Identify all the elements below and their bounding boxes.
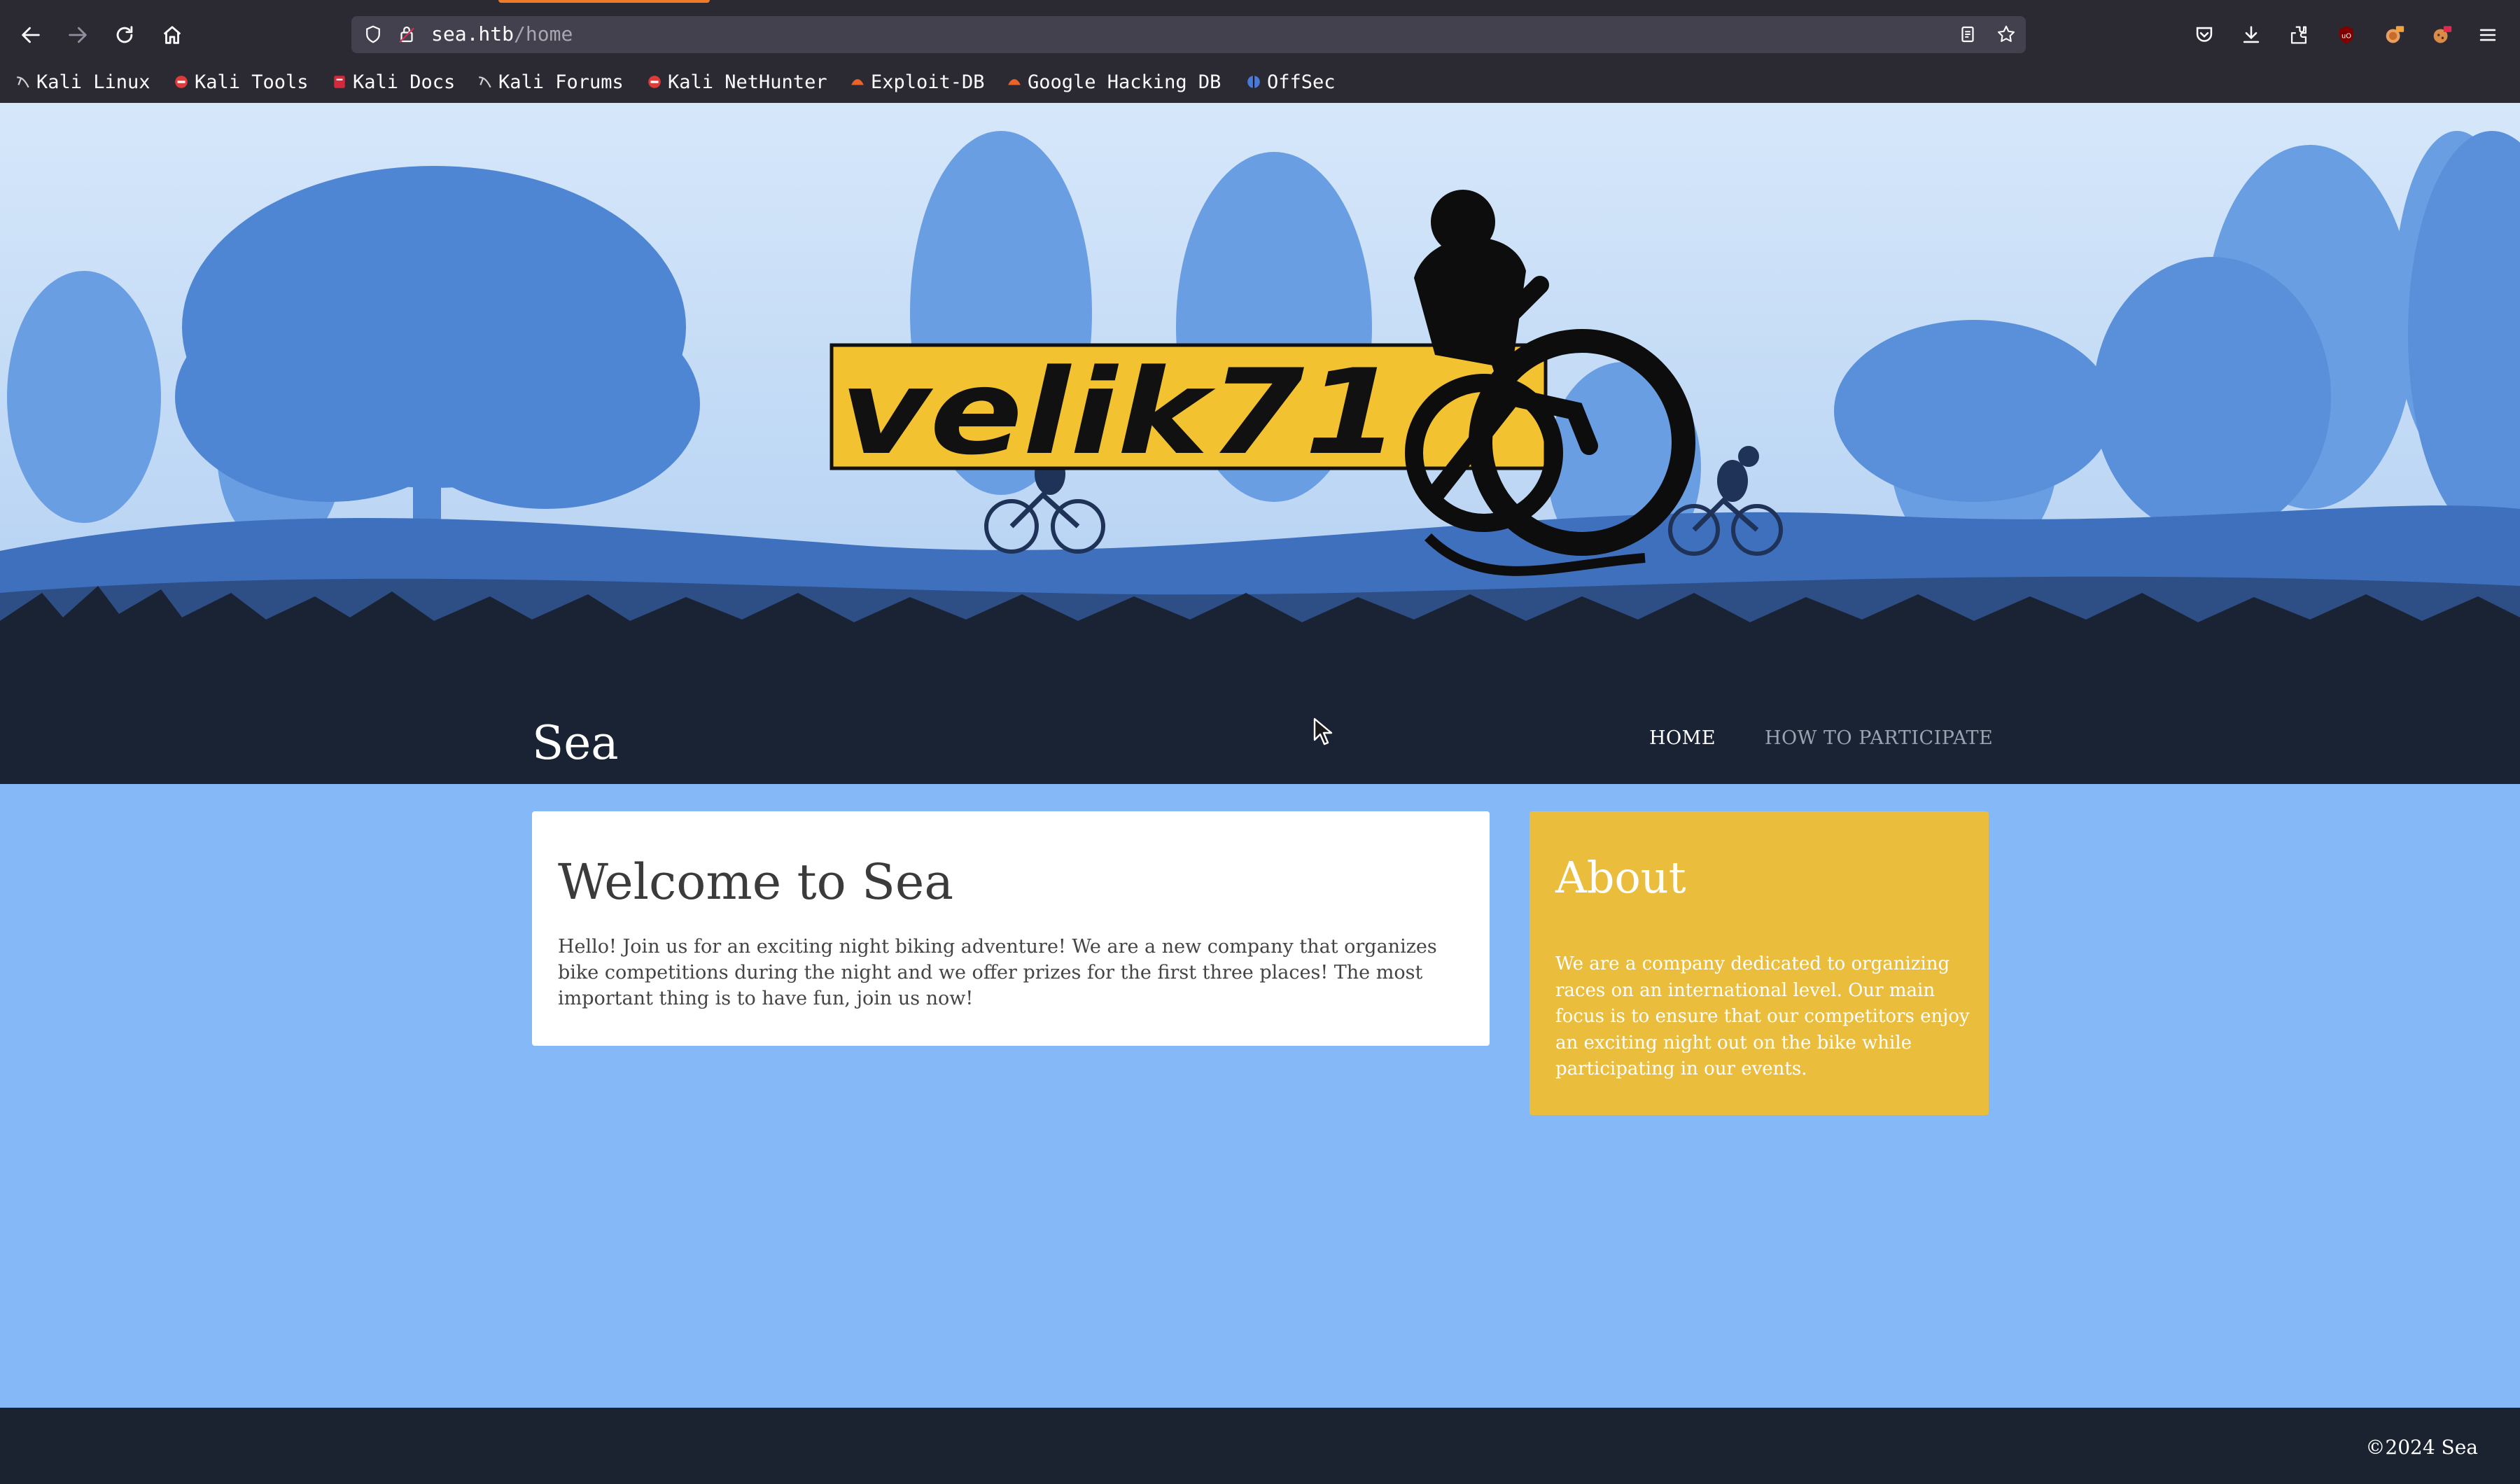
about-heading: About xyxy=(1555,852,1686,903)
pocket-icon[interactable] xyxy=(2189,20,2220,50)
reader-view-icon[interactable] xyxy=(1956,22,1980,46)
bookmark-label: Google Hacking DB xyxy=(1028,71,1222,93)
bookmark-star-icon[interactable] xyxy=(1994,22,2018,46)
bookmark-kali-docs[interactable]: Kali Docs xyxy=(332,68,455,96)
logo-text: velik71 xyxy=(840,344,1400,481)
footer-copyright: ©2024 Sea xyxy=(2365,1436,2478,1459)
nav-how-to-participate-link[interactable]: HOW TO PARTICIPATE xyxy=(1765,727,1993,749)
menu-hamburger-icon[interactable] xyxy=(2472,20,2503,50)
bookmark-kali-tools[interactable]: Kali Tools xyxy=(174,68,309,96)
about-text: We are a company dedicated to organizing… xyxy=(1555,953,1970,1079)
downloads-icon[interactable] xyxy=(2236,20,2267,50)
forward-arrow-icon xyxy=(69,27,87,43)
reload-button[interactable] xyxy=(109,20,140,50)
bookmark-kali-forums[interactable]: Kali Forums xyxy=(477,68,624,96)
nav-home-link[interactable]: HOME xyxy=(1649,727,1716,749)
browser-toolbar: sea.htb/home uO xyxy=(0,0,2520,68)
bookmark-label: Kali Linux xyxy=(36,71,150,93)
url-bar[interactable]: sea.htb/home xyxy=(351,16,2026,53)
foxyproxy-icon[interactable] xyxy=(2379,20,2409,50)
bookmark-label: Kali Docs xyxy=(353,71,456,93)
ublock-origin-icon[interactable]: uO xyxy=(2331,20,2362,50)
hero-illustration: velik71 xyxy=(0,103,2520,784)
mouse-cursor-icon xyxy=(1313,718,1333,746)
active-tab-indicator xyxy=(498,0,710,3)
forward-button[interactable] xyxy=(62,20,93,50)
grass-silhouette xyxy=(0,586,2520,719)
hero-banner: velik71 Sea HOME HOW TO PARTICIPATE xyxy=(0,103,2520,784)
kali-dragon-icon xyxy=(479,76,491,88)
site-title[interactable]: Sea xyxy=(532,716,619,770)
shield-icon[interactable] xyxy=(361,22,385,46)
url-text: sea.htb/home xyxy=(431,22,573,46)
exploit-db-icon xyxy=(851,79,864,85)
site-footer: ©2024 Sea xyxy=(0,1408,2520,1484)
kali-tools-icon xyxy=(648,76,661,88)
back-arrow-icon xyxy=(22,27,40,43)
welcome-heading: Welcome to Sea xyxy=(558,853,954,911)
welcome-card: Welcome to Sea Hello! Join us for an exc… xyxy=(532,811,1490,1046)
lock-icon[interactable] xyxy=(395,22,419,46)
reload-icon xyxy=(116,26,133,43)
welcome-text: Hello! Join us for an exciting night bik… xyxy=(558,936,1437,1009)
bookmark-google-hacking-db[interactable]: Google Hacking DB xyxy=(1007,68,1221,96)
svg-text:uO: uO xyxy=(2342,32,2351,40)
kali-tools-icon xyxy=(175,76,188,88)
web-page: velik71 Sea HOME HOW TO PARTICIPATE Welc… xyxy=(0,103,2520,1484)
bookmark-offsec[interactable]: OffSec xyxy=(1246,68,1336,96)
back-button[interactable] xyxy=(15,20,46,50)
url-host: sea.htb xyxy=(431,22,514,46)
bookmark-label: Kali NetHunter xyxy=(668,71,827,93)
bookmark-kali-nethunter[interactable]: Kali NetHunter xyxy=(647,68,827,96)
extensions-icon[interactable] xyxy=(2283,20,2314,50)
about-card: About We are a company dedicated to orga… xyxy=(1530,811,1989,1115)
bookmark-label: Kali Forums xyxy=(498,71,624,93)
offsec-icon xyxy=(1247,76,1260,88)
bookmark-kali-linux[interactable]: Kali Linux xyxy=(15,68,150,96)
bookmark-label: OffSec xyxy=(1267,71,1336,93)
bookmark-label: Exploit-DB xyxy=(871,71,985,93)
kali-docs-icon xyxy=(334,76,345,88)
kali-dragon-icon xyxy=(17,76,29,88)
home-icon xyxy=(163,26,181,44)
exploit-db-icon xyxy=(1008,79,1021,85)
home-button[interactable] xyxy=(157,20,188,50)
url-path: /home xyxy=(514,22,573,46)
bookmarks-toolbar: Kali Linux Kali Tools Kali Docs Kali For… xyxy=(0,68,2520,104)
cookie-editor-icon[interactable] xyxy=(2426,20,2457,50)
bookmark-exploit-db[interactable]: Exploit-DB xyxy=(850,68,985,96)
bookmark-label: Kali Tools xyxy=(195,71,309,93)
